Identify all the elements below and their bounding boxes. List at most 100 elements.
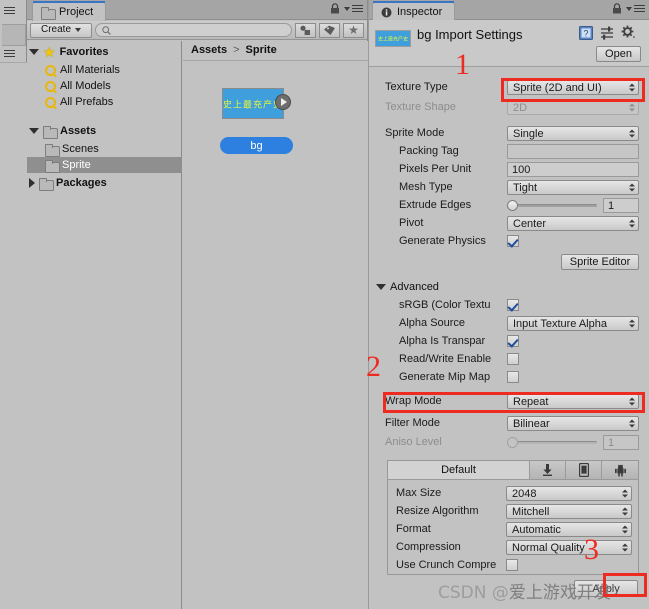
sidebar-item-sprite[interactable]: Sprite — [27, 157, 182, 173]
open-button-label: Open — [605, 48, 632, 60]
folder-icon — [43, 125, 58, 139]
srgb-label: sRGB (Color Textu — [399, 299, 491, 311]
compression-dropdown[interactable]: Normal Quality — [506, 540, 632, 555]
compression-label: Compression — [396, 541, 461, 553]
breadcrumb-separator: > — [233, 44, 240, 56]
chevron-down-icon[interactable] — [29, 49, 39, 55]
sidebar-item-all-prefabs[interactable]: All Prefabs — [45, 94, 113, 110]
alpha-source-dropdown[interactable]: Input Texture Alpha — [507, 316, 639, 331]
thumbnail-glyph-text: 史上最充产史 — [222, 100, 284, 110]
asset-browser-column: Assets > Sprite 史上最充产史 bg — [183, 41, 368, 609]
sidebar-item-all-models[interactable]: All Models — [45, 78, 111, 94]
tab-project[interactable]: Project — [32, 1, 107, 21]
packing-tag-field[interactable] — [507, 144, 639, 159]
tab-inspector[interactable]: Inspector — [372, 1, 456, 21]
folder-icon — [45, 159, 60, 173]
alpha-is-transparency-label: Alpha Is Transpar — [399, 335, 486, 347]
pixels-per-unit-field[interactable]: 100 — [507, 162, 639, 177]
sidebar-item-label: Scenes — [62, 143, 99, 155]
left-strip-tab[interactable] — [2, 24, 26, 46]
wrap-mode-value: Repeat — [513, 395, 549, 408]
filter-mode-dropdown[interactable]: Bilinear — [507, 416, 639, 431]
annotation-number-1: 1 — [455, 48, 470, 81]
advanced-foldout[interactable]: Advanced — [376, 281, 439, 293]
annotation-number-2: 2 — [366, 350, 381, 383]
platform-tab-android[interactable] — [602, 461, 638, 479]
folder-icon — [41, 6, 56, 20]
sidebar-item-label: All Prefabs — [60, 96, 114, 108]
alpha-is-transparency-checkbox[interactable] — [507, 335, 519, 347]
panel-menu-icon-left[interactable] — [4, 7, 15, 14]
max-size-dropdown[interactable]: 2048 — [506, 486, 632, 501]
filter-mode-value: Bilinear — [513, 417, 550, 430]
aniso-level-value: 1 — [608, 436, 615, 449]
platform-tab-standalone[interactable] — [530, 461, 566, 479]
platform-tab-ios[interactable] — [566, 461, 602, 479]
sprite-mode-dropdown[interactable]: Single — [507, 126, 639, 141]
asset-name-pill[interactable]: bg — [220, 137, 293, 154]
alpha-source-label: Alpha Source — [399, 317, 466, 329]
lock-icon[interactable] — [612, 3, 622, 14]
watermark-text: 爱上游戏开发 — [508, 583, 611, 603]
lock-icon[interactable] — [330, 3, 340, 14]
breadcrumb-root[interactable]: Assets — [191, 44, 227, 56]
texture-type-label: Texture Type — [385, 81, 448, 93]
mesh-type-dropdown[interactable]: Tight — [507, 180, 639, 195]
filter-by-type-icon[interactable] — [295, 22, 316, 38]
gear-icon[interactable] — [621, 25, 636, 39]
filter-by-label-icon[interactable] — [319, 22, 340, 38]
resize-algorithm-dropdown[interactable]: Mitchell — [506, 504, 632, 519]
help-book-icon[interactable]: ? — [579, 26, 593, 40]
inspector-body: Texture Type Sprite (2D and UI) Texture … — [369, 68, 649, 609]
advanced-label: Advanced — [390, 281, 439, 293]
max-size-value: 2048 — [512, 487, 537, 500]
extrude-edges-slider[interactable] — [507, 198, 597, 213]
read-write-enabled-checkbox[interactable] — [507, 353, 519, 365]
play-expand-icon[interactable] — [275, 94, 291, 110]
inspector-asset-thumbnail: 史上最充产史 — [375, 30, 411, 47]
android-icon — [614, 464, 626, 477]
breadcrumb-current[interactable]: Sprite — [246, 44, 277, 56]
use-crunch-compression-checkbox[interactable] — [506, 559, 518, 571]
panel-menu-icon[interactable] — [344, 5, 363, 12]
create-button[interactable]: Create — [30, 22, 92, 38]
pivot-dropdown[interactable]: Center — [507, 216, 639, 231]
sidebar-item-label: Assets — [60, 125, 97, 137]
format-dropdown[interactable]: Automatic — [506, 522, 632, 537]
panel-menu-icon[interactable] — [626, 5, 645, 12]
preset-icon[interactable] — [600, 26, 614, 40]
sprite-editor-button[interactable]: Sprite Editor — [561, 254, 639, 270]
sidebar-item-assets[interactable]: Assets — [29, 123, 96, 139]
open-button[interactable]: Open — [596, 46, 641, 62]
page-title: bg Import Settings — [417, 27, 523, 42]
extrude-edges-field[interactable]: 1 — [603, 198, 639, 213]
search-input[interactable] — [95, 23, 292, 37]
panel-menu-icon-left-2[interactable] — [4, 50, 15, 57]
platform-tab-default[interactable]: Default — [388, 461, 530, 479]
format-label: Format — [396, 523, 431, 535]
watermark-prefix: CSDN @ — [438, 583, 509, 603]
asset-name-label: bg — [250, 139, 263, 152]
sidebar-item-all-materials[interactable]: All Materials — [45, 62, 120, 78]
extrude-edges-label: Extrude Edges — [399, 199, 472, 211]
sidebar-item-scenes[interactable]: Scenes — [45, 141, 99, 157]
sidebar-item-packages[interactable]: Packages — [29, 175, 107, 191]
project-tabstrip: Project — [27, 0, 367, 21]
generate-physics-checkbox[interactable] — [507, 235, 519, 247]
mesh-type-value: Tight — [513, 181, 538, 194]
inspector-header: 史上最充产史 bg Import Settings ? Open — [369, 20, 649, 67]
use-crunch-compression-label: Use Crunch Compre — [396, 559, 497, 571]
search-icon — [45, 64, 56, 76]
texture-type-dropdown[interactable]: Sprite (2D and UI) — [507, 80, 639, 95]
chevron-down-icon[interactable] — [29, 128, 39, 134]
chevron-right-icon[interactable] — [29, 178, 35, 188]
standalone-download-icon — [543, 464, 552, 476]
create-button-label: Create — [40, 24, 71, 35]
sidebar-item-favorites[interactable]: ★ Favorites — [29, 44, 108, 60]
wrap-mode-dropdown[interactable]: Repeat — [507, 394, 639, 409]
generate-mip-maps-checkbox[interactable] — [507, 371, 519, 383]
inspector-panel: Inspector 史上最充产史 bg Import Settings ? Op… — [369, 0, 649, 609]
pixels-per-unit-value: 100 — [512, 163, 531, 176]
favorite-star-icon[interactable]: ★ — [343, 22, 364, 38]
srgb-checkbox[interactable] — [507, 299, 519, 311]
